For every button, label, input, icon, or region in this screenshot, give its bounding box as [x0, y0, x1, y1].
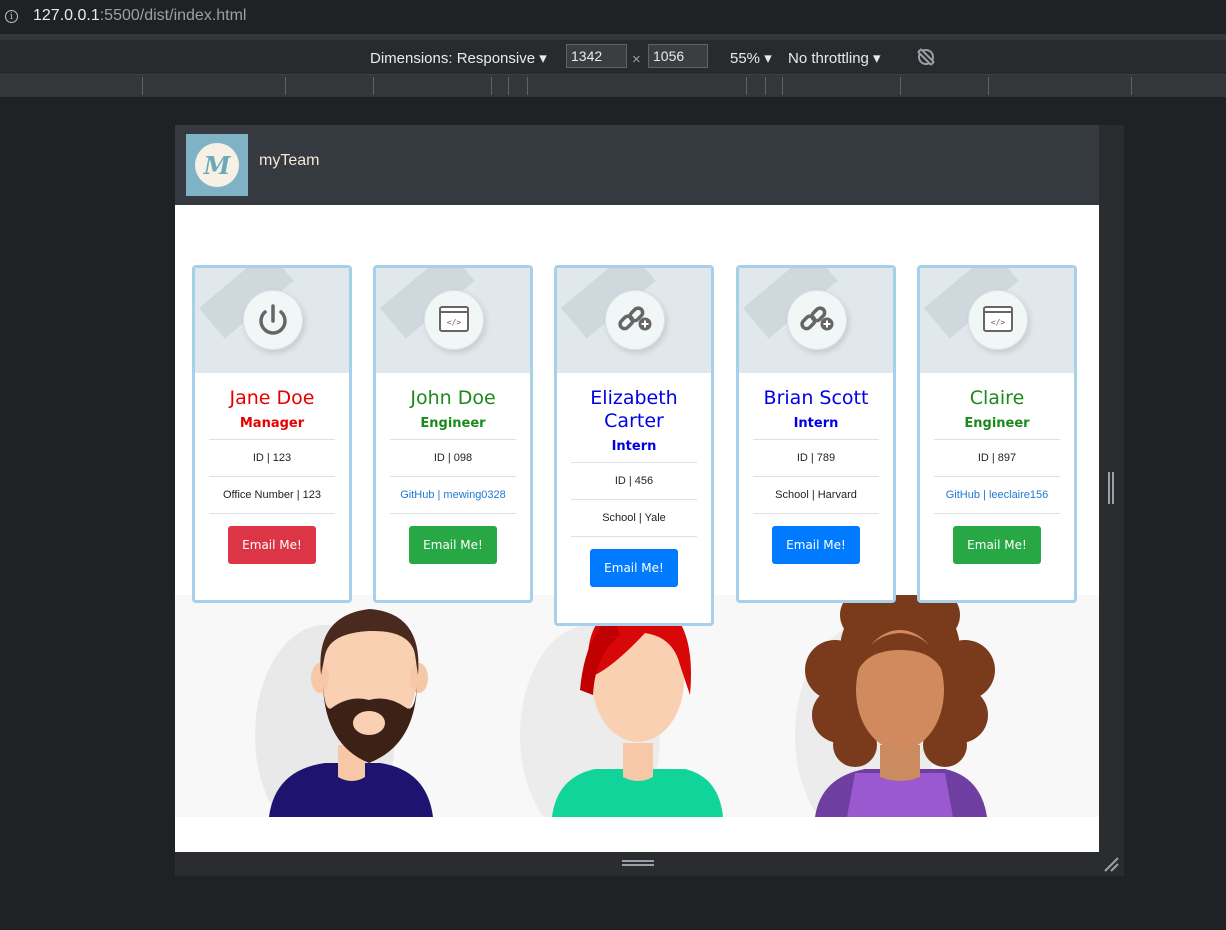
employee-extra-row: School | Yale — [571, 499, 697, 537]
card-header: </> — [376, 268, 530, 373]
url-path: :5500/dist/index.html — [99, 7, 247, 24]
employee-name: Brian Scott — [763, 387, 869, 409]
card-header — [739, 268, 893, 373]
card-detail: Office Number | 123 — [222, 489, 322, 501]
employee-id: ID | 897 — [934, 439, 1060, 476]
employee-extra-row: School | Harvard — [753, 476, 879, 514]
device-toolbar: Dimensions: Responsive ▾ 1342 × 1056 55%… — [0, 40, 1226, 75]
dimensions-dropdown[interactable]: Dimensions: Responsive ▾ — [370, 49, 547, 67]
card-header — [557, 268, 711, 373]
employee-name: Jane Doe — [229, 387, 315, 409]
chevron-down-icon: ▾ — [764, 50, 772, 67]
card-header — [195, 268, 349, 373]
employee-extra-row: GitHub | leeclaire156 — [934, 476, 1060, 514]
employee-role: Manager — [239, 416, 305, 431]
times-sign: × — [632, 51, 641, 68]
navbar: M myTeam — [175, 125, 1099, 205]
card-detail: School | Yale — [602, 512, 666, 524]
employee-role: Intern — [793, 416, 839, 431]
throttling-label: No throttling — [788, 50, 869, 67]
employee-id: ID | 123 — [209, 439, 335, 476]
email-me-button[interactable]: Email Me! — [590, 549, 678, 587]
employee-id: ID | 456 — [571, 462, 697, 499]
code-window-icon: </> — [968, 290, 1028, 350]
logo[interactable]: M — [186, 134, 248, 196]
url-text[interactable]: 127.0.0.1:5500/dist/index.html — [33, 7, 246, 25]
svg-text:</>: </> — [991, 318, 1006, 327]
emulated-viewport: M myTeam Jane Doe Manager ID | 123 Offic… — [175, 125, 1099, 852]
employee-card: Brian Scott Intern ID | 789 School | Har… — [736, 265, 896, 603]
employee-card: </> John Doe Engineer ID | 098 GitHub | … — [373, 265, 533, 603]
team-illustration — [175, 578, 1099, 845]
card-header: </> — [920, 268, 1074, 373]
employee-name: Elizabeth Carter — [590, 387, 678, 432]
resize-handle-bottom[interactable] — [622, 860, 654, 866]
employee-card: Elizabeth Carter Intern ID | 456 School … — [554, 265, 714, 626]
github-link[interactable]: GitHub | mewing0328 — [400, 489, 506, 501]
github-link[interactable]: GitHub | leeclaire156 — [946, 489, 1049, 501]
curly-hair-woman-avatar — [805, 578, 995, 817]
email-me-button[interactable]: Email Me! — [228, 526, 316, 564]
employee-name: John Doe — [410, 387, 496, 409]
employee-id: ID | 098 — [390, 439, 516, 476]
employee-extra-row: Office Number | 123 — [209, 476, 335, 514]
chain-link-icon — [787, 290, 847, 350]
employee-name: Claire — [969, 387, 1025, 409]
employee-id: ID | 789 — [753, 439, 879, 476]
brand-title[interactable]: myTeam — [259, 152, 319, 170]
employee-role: Engineer — [420, 416, 486, 431]
zoom-label: 55% — [730, 50, 761, 67]
viewport-height-input[interactable]: 1056 — [648, 44, 708, 68]
throttling-dropdown[interactable]: No throttling ▾ — [788, 49, 881, 67]
email-me-button[interactable]: Email Me! — [772, 526, 860, 564]
svg-text:</>: </> — [447, 318, 462, 327]
media-query-ruler[interactable] — [0, 75, 1226, 97]
logo-letter: M — [203, 151, 231, 180]
address-bar[interactable]: i 127.0.0.1:5500/dist/index.html — [0, 0, 1226, 34]
card-detail: School | Harvard — [775, 489, 857, 501]
employee-extra-row: GitHub | mewing0328 — [390, 476, 516, 514]
resize-corner-icon[interactable] — [1103, 856, 1119, 872]
resize-handle-right[interactable] — [1108, 472, 1114, 504]
dimensions-label: Dimensions: Responsive — [370, 50, 536, 67]
site-info-icon[interactable]: i — [5, 10, 18, 23]
employee-role: Engineer — [964, 416, 1030, 431]
employee-card: Jane Doe Manager ID | 123 Office Number … — [192, 265, 352, 603]
email-me-button[interactable]: Email Me! — [953, 526, 1041, 564]
chevron-down-icon: ▾ — [539, 50, 547, 67]
employee-role: Intern — [611, 439, 657, 454]
code-window-icon: </> — [424, 290, 484, 350]
viewport-width-input[interactable]: 1342 — [566, 44, 627, 68]
employee-card: </> Claire Engineer ID | 897 GitHub | le… — [917, 265, 1077, 603]
url-host: 127.0.0.1 — [33, 7, 100, 24]
chain-link-icon — [605, 290, 665, 350]
chevron-down-icon: ▾ — [873, 50, 881, 67]
zoom-dropdown[interactable]: 55% ▾ — [730, 49, 772, 67]
email-me-button[interactable]: Email Me! — [409, 526, 497, 564]
power-icon — [243, 290, 303, 350]
